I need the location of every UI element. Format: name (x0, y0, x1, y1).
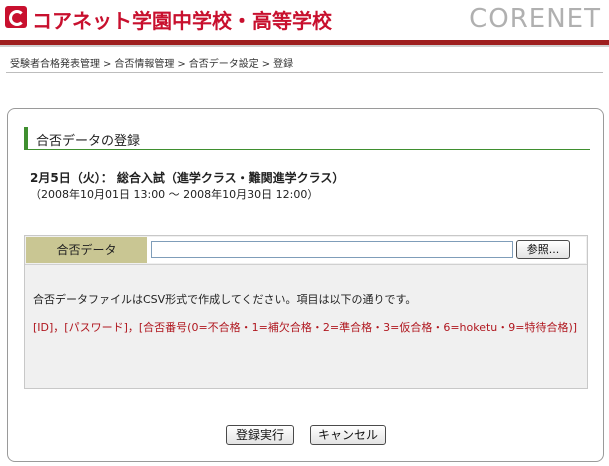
school-name: コアネット学園中学校・高等学校 (32, 9, 332, 33)
breadcrumb-separator: > (177, 59, 186, 70)
csv-instructions: 合否データファイルはCSV形式で作成してください。項目は以下の通りです。 (33, 293, 417, 306)
page-title: 合否データの登録 (36, 134, 141, 149)
breadcrumb-current: 登録 (273, 59, 294, 70)
breadcrumb-item[interactable]: 合否データ設定 (189, 59, 259, 70)
file-path-input[interactable] (151, 241, 513, 258)
school-logo-icon (5, 6, 27, 28)
breadcrumb-item[interactable]: 受験者合格発表管理 (10, 59, 100, 70)
section-header: 合否データの登録 (24, 127, 590, 150)
header: コアネット学園中学校・高等学校 CORENET (0, 0, 609, 42)
breadcrumb-separator: > (103, 59, 112, 70)
row-divider (25, 264, 587, 265)
upload-form: 合否データ 参照... 合否データファイルはCSV形式で作成してください。項目は… (24, 235, 588, 389)
submit-button[interactable]: 登録実行 (226, 425, 294, 445)
breadcrumb-item[interactable]: 合否情報管理 (114, 59, 174, 70)
exam-period: （2008年10月01日 13:00 ～ 2008年10月30日 12:00） (30, 188, 319, 201)
breadcrumb-divider (6, 72, 603, 73)
main-panel: 合否データの登録 2月5日（火）： 総合入試（進学クラス・難関進学クラス） （2… (7, 108, 604, 462)
breadcrumb-separator: > (261, 59, 271, 70)
exam-name: 2月5日（火）： 総合入試（進学クラス・難関進学クラス） (30, 171, 345, 185)
brand-logo: CORENET (469, 4, 601, 34)
breadcrumb: 受験者合格発表管理 > 合否情報管理 > 合否データ設定 > 登録 (10, 55, 293, 70)
header-shadow (0, 45, 609, 47)
file-field-label: 合否データ (26, 237, 147, 263)
browse-button[interactable]: 参照... (516, 240, 570, 259)
csv-format-spec: [ID]，[パスワード]，[合否番号(0=不合格・1=補欠合格・2=準合格・3=… (33, 321, 578, 334)
cancel-button[interactable]: キャンセル (310, 425, 386, 445)
